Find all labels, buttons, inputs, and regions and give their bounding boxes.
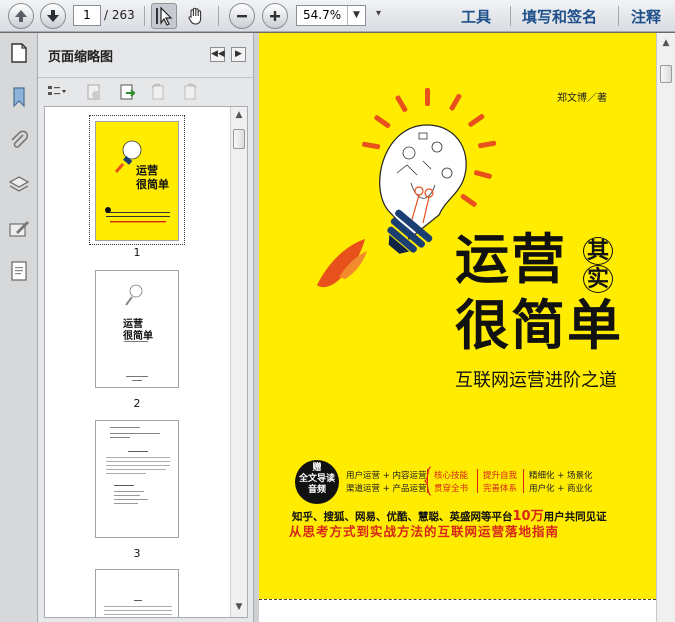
copyright-page-preview	[106, 427, 170, 504]
feature-text: 提升自我	[483, 471, 518, 481]
cover-title-qi: 其	[583, 237, 613, 265]
feature-text: 贯穿全书	[434, 484, 469, 494]
toolbar-more-icon[interactable]: ▾	[376, 8, 381, 19]
thumbnail-page-4[interactable]	[95, 569, 179, 617]
thumbnail-scrollbar[interactable]: ▲ ▼	[230, 107, 247, 617]
cover-subtitle: 互联网运营进阶之道	[455, 370, 617, 391]
previous-page-button[interactable]	[8, 3, 34, 29]
comment-button[interactable]: 注释	[631, 6, 661, 27]
feature-text: 完善体系	[483, 484, 518, 494]
page-total-label: / 263	[104, 8, 135, 22]
insert-page-icon[interactable]	[118, 82, 138, 102]
cover-title-line2: 很简单	[455, 293, 623, 357]
toolbar-divider	[510, 6, 511, 26]
feature-text: 精细化 + 场景化	[529, 471, 593, 481]
cover-slogan: 从思考方式到实战方法的互联网运营落地指南	[289, 524, 560, 539]
delete-page-icon	[87, 84, 100, 100]
badge-text: 全文导读	[298, 474, 335, 484]
thumbnail-title: 很简单	[136, 178, 169, 191]
thumbnail-list: 运营 很简单 1 运营 很简单 2 3 ▲ ▼	[44, 106, 248, 618]
rotate-cw-icon	[184, 83, 197, 100]
hand-tool-button[interactable]	[183, 3, 209, 29]
arrow-up-icon	[15, 10, 27, 22]
feature-text: 用户化 + 商业化	[529, 484, 593, 494]
zoom-out-button[interactable]	[229, 3, 255, 29]
cursor-arrow-icon	[156, 6, 173, 26]
zoom-select[interactable]: 54.7% ▼	[296, 5, 366, 26]
tools-button[interactable]: 工具	[461, 6, 491, 27]
document-icon[interactable]	[7, 259, 31, 283]
toolbar-divider	[618, 6, 619, 26]
scroll-up-icon[interactable]: ▲	[231, 107, 247, 123]
panel-header: 页面缩略图 ◀◀ ▶	[38, 33, 253, 75]
cover-title-shi: 实	[583, 265, 613, 293]
bookmark-icon[interactable]	[7, 85, 31, 109]
document-scrollbar[interactable]: ▲	[656, 33, 675, 622]
attachment-icon[interactable]	[7, 129, 31, 153]
pdf-reader-window: 1 / 263 54.7% ▼ ▾ 工具 填写和签名 注释 页面缩略图 ◀◀ ▶…	[0, 0, 675, 622]
thumbnail-number: 3	[133, 547, 141, 560]
scrollbar-handle[interactable]	[233, 129, 245, 149]
thumbnail-number: 2	[133, 397, 141, 410]
cover-page: 郑文博／著 运营 其 实 很简单 互联网运营进阶之道 赠 全文导读 音频 用户运…	[259, 33, 656, 599]
feature-text: 用户运营 + 内容运营	[346, 471, 427, 481]
page-number-input[interactable]: 1	[73, 5, 101, 26]
toolbar-divider	[218, 6, 219, 26]
main-toolbar: 1 / 263 54.7% ▼ ▾ 工具 填写和签名 注释	[0, 0, 675, 32]
options-menu-icon[interactable]	[46, 82, 66, 102]
thumbnail-number: 1	[133, 246, 141, 259]
panel-title: 页面缩略图	[48, 50, 114, 65]
document-view: 郑文博／著 运营 其 实 很简单 互联网运营进阶之道 赠 全文导读 音频 用户运…	[259, 33, 675, 622]
navigation-rail	[0, 33, 38, 622]
rotate-ccw-icon	[151, 83, 164, 100]
plus-icon	[270, 11, 280, 21]
thumbnail-page-3[interactable]	[95, 420, 179, 538]
feature-text: 核心技能	[434, 471, 469, 481]
scroll-down-icon[interactable]: ▼	[231, 599, 247, 615]
page-preview	[104, 600, 172, 615]
feature-text: 渠道运营 + 产品运营	[346, 484, 427, 494]
thumbnail-page-1[interactable]: 运营 很简单	[95, 121, 179, 241]
select-tool-button[interactable]	[151, 3, 177, 29]
minus-icon	[237, 15, 247, 18]
cover-title-line1: 运营	[455, 227, 567, 291]
thumbnail-title: 很简单	[123, 331, 153, 342]
badge-text: 音频	[307, 485, 326, 495]
thumbnail-panel: 页面缩略图 ◀◀ ▶ 运营 很简单 1 运营 很简单 2 3 ▲ ▼	[38, 33, 253, 622]
next-page-edge	[259, 599, 656, 622]
audio-gift-badge: 赠 全文导读 音频	[295, 460, 339, 504]
arrow-down-icon	[47, 10, 59, 22]
expand-panel-button[interactable]: ▶	[231, 47, 246, 62]
zoom-value: 54.7%	[303, 8, 342, 22]
signature-icon[interactable]	[7, 217, 31, 241]
zoom-in-button[interactable]	[262, 3, 288, 29]
collapse-panel-button[interactable]: ◀◀	[210, 47, 225, 62]
scroll-up-icon[interactable]: ▲	[658, 35, 674, 51]
fill-sign-button[interactable]: 填写和签名	[522, 6, 597, 27]
chevron-down-icon[interactable]: ▼	[347, 6, 365, 25]
badge-text: 赠	[312, 463, 322, 473]
toolbar-divider	[144, 6, 145, 26]
page-thumbnails-icon[interactable]	[7, 41, 31, 65]
layers-icon[interactable]	[7, 173, 31, 197]
thumbnail-page-2[interactable]: 运营 很简单	[95, 270, 179, 388]
hand-icon	[188, 7, 202, 25]
next-page-button[interactable]	[40, 3, 66, 29]
scrollbar-handle[interactable]	[660, 65, 672, 83]
thumbnail-toolbar	[38, 77, 253, 105]
